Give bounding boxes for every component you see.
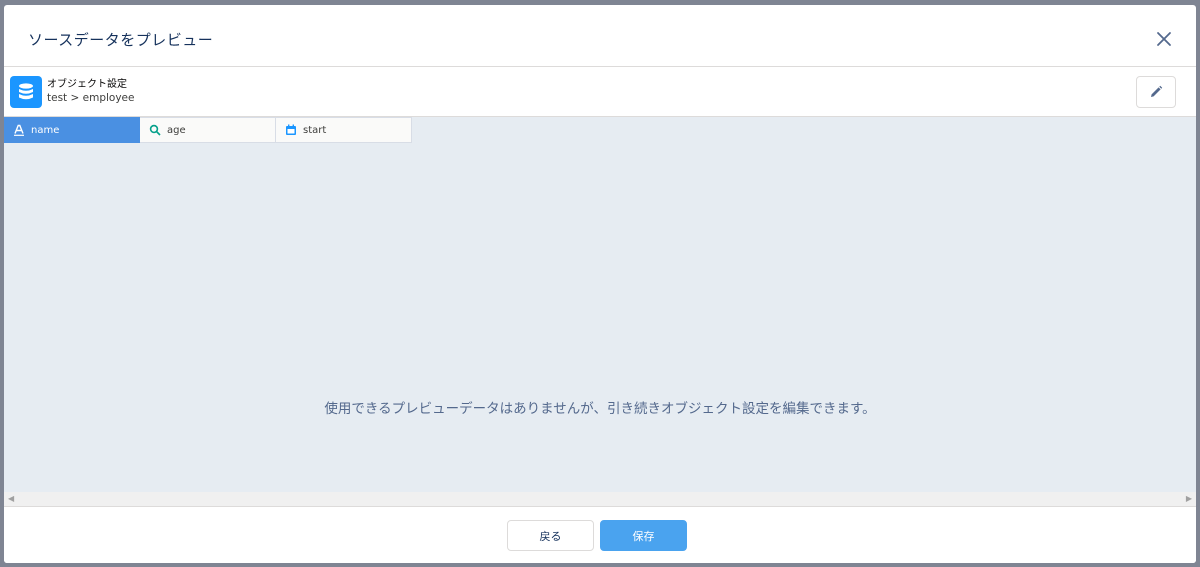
column-header-age[interactable]: age (140, 117, 276, 143)
preview-modal: ソースデータをプレビュー オブジェクト設定 test > employee na… (4, 5, 1196, 563)
modal-title: ソースデータをプレビュー (28, 31, 214, 49)
pencil-icon (1151, 85, 1163, 97)
column-headers: name age start (4, 117, 412, 143)
database-icon (10, 76, 42, 108)
save-button[interactable]: 保存 (600, 520, 687, 551)
preview-area: name age start 使用できるプレビューデータはありませんが、引き続き… (4, 117, 1196, 492)
object-settings-label: オブジェクト設定 (47, 79, 127, 90)
column-label-name: name (31, 124, 60, 136)
modal-footer: 戻る 保存 (4, 506, 1196, 563)
edit-button[interactable] (1136, 76, 1176, 108)
column-label-start: start (303, 124, 327, 136)
date-type-icon (285, 124, 297, 136)
modal-header: ソースデータをプレビュー (4, 5, 1196, 67)
object-settings-bar: オブジェクト設定 test > employee (4, 67, 1196, 117)
column-header-name[interactable]: name (4, 117, 140, 143)
empty-preview-message: 使用できるプレビューデータはありませんが、引き続きオブジェクト設定を編集できます… (324, 401, 876, 417)
scroll-right-icon[interactable]: ▶ (1186, 494, 1192, 503)
horizontal-scrollbar[interactable]: ◀ ▶ (4, 492, 1196, 506)
scroll-left-icon[interactable]: ◀ (8, 494, 14, 503)
close-button[interactable] (1152, 27, 1176, 51)
column-header-start[interactable]: start (276, 117, 412, 143)
object-path: test > employee (47, 92, 135, 104)
numeric-type-icon (149, 124, 161, 136)
back-button[interactable]: 戻る (507, 520, 594, 551)
close-icon (1157, 32, 1171, 46)
text-type-icon (13, 124, 25, 136)
column-label-age: age (167, 124, 186, 136)
